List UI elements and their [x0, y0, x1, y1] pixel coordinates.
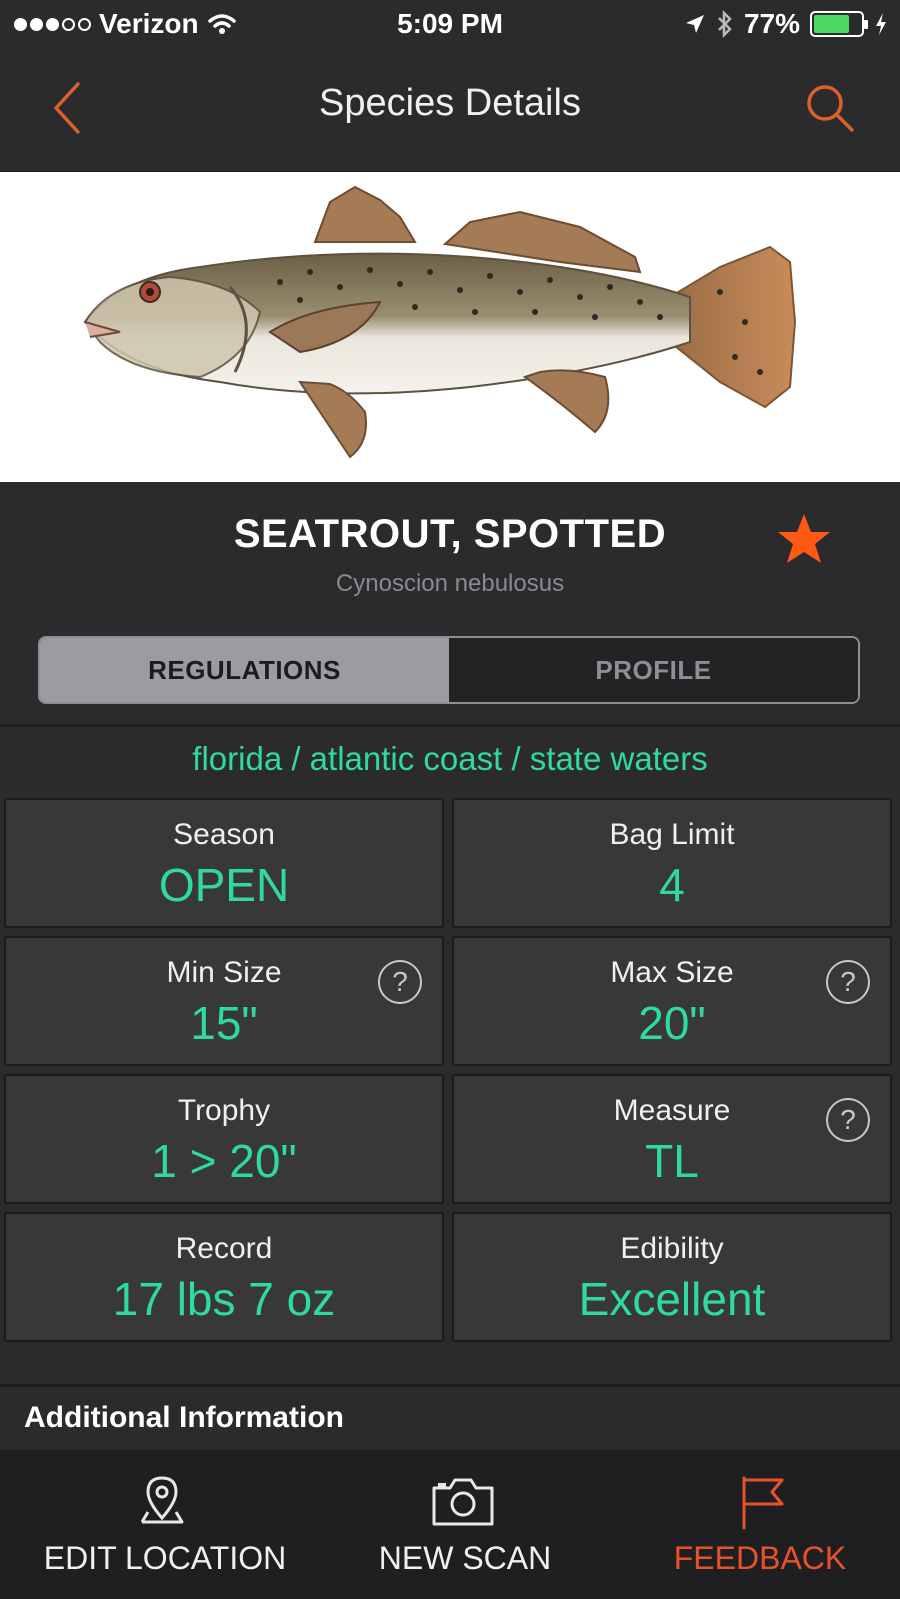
regulation-cell-min-size: Min Size 15" ? [4, 936, 444, 1066]
tab-regulations[interactable]: REGULATIONS [40, 638, 449, 702]
camera-icon [432, 1478, 494, 1526]
new-scan-label: NEW SCAN [378, 1540, 552, 1576]
regulation-cell-bag-limit: Bag Limit 4 [452, 798, 892, 928]
location-path[interactable]: florida / atlantic coast / state waters [0, 740, 900, 778]
additional-info-section[interactable]: Additional Information [0, 1384, 900, 1450]
battery-icon [810, 11, 868, 37]
season-label: Season [173, 818, 275, 851]
season-value: OPEN [158, 859, 290, 911]
trophy-value: 1 > 20" [151, 1135, 297, 1187]
max-size-value: 20" [638, 997, 706, 1049]
edibility-label: Edibility [620, 1232, 724, 1265]
record-value: 17 lbs 7 oz [112, 1273, 336, 1325]
charging-icon [876, 13, 886, 35]
regulation-cell-max-size: Max Size 20" ? [452, 936, 892, 1066]
help-icon[interactable]: ? [826, 960, 870, 1004]
edibility-value: Excellent [578, 1273, 766, 1325]
battery-level [814, 15, 850, 33]
max-size-label: Max Size [610, 956, 734, 989]
help-icon[interactable]: ? [378, 960, 422, 1004]
regulation-cell-record: Record 17 lbs 7 oz [4, 1212, 444, 1342]
new-scan-button[interactable]: NEW SCAN [320, 1450, 610, 1599]
status-bar: Verizon 5:09 PM 77% [0, 0, 900, 50]
nav-bar: Species Details [0, 50, 900, 172]
help-icon[interactable]: ? [826, 1098, 870, 1142]
min-size-label: Min Size [166, 956, 282, 989]
bottom-tab-bar: EDIT LOCATION NEW SCAN FEEDBACK [0, 1450, 900, 1599]
section-divider [0, 724, 900, 727]
measure-label: Measure [613, 1094, 731, 1127]
species-header: SEATROUT, SPOTTED Cynoscion nebulosus RE… [0, 482, 900, 712]
additional-info-label: Additional Information [24, 1401, 344, 1434]
segmented-control: REGULATIONS PROFILE [38, 636, 860, 704]
favorite-button[interactable] [774, 510, 834, 570]
status-right: 77% [684, 8, 888, 40]
search-icon [807, 85, 854, 132]
map-pin-icon [140, 1476, 184, 1524]
location-arrow-icon [685, 15, 704, 33]
edit-location-button[interactable]: EDIT LOCATION [20, 1450, 310, 1599]
bag-limit-value: 4 [659, 859, 685, 911]
species-name: SEATROUT, SPOTTED [233, 512, 667, 556]
min-size-value: 15" [190, 997, 258, 1049]
flag-icon [742, 1476, 784, 1530]
edit-location-label: EDIT LOCATION [43, 1540, 287, 1576]
bluetooth-icon [718, 10, 732, 38]
bag-limit-label: Bag Limit [609, 818, 735, 851]
regulation-cell-measure: Measure TL ? [452, 1074, 892, 1204]
regulation-cell-trophy: Trophy 1 > 20" [4, 1074, 444, 1204]
feedback-button[interactable]: FEEDBACK [620, 1450, 900, 1599]
regulation-cell-edibility: Edibility Excellent [452, 1212, 892, 1342]
feedback-label: FEEDBACK [673, 1540, 847, 1576]
search-button[interactable] [800, 78, 860, 138]
record-label: Record [175, 1232, 273, 1265]
battery-percent: 77% [743, 8, 800, 39]
regulation-cell-season: Season OPEN [4, 798, 444, 928]
page-title: Species Details [319, 82, 581, 124]
tab-profile[interactable]: PROFILE [449, 638, 858, 702]
trophy-label: Trophy [177, 1094, 271, 1127]
fish-illustration [83, 185, 797, 459]
star-icon [778, 514, 830, 563]
scientific-name: Cynoscion nebulosus [335, 570, 565, 597]
species-image [0, 172, 900, 482]
measure-value: TL [645, 1135, 699, 1187]
